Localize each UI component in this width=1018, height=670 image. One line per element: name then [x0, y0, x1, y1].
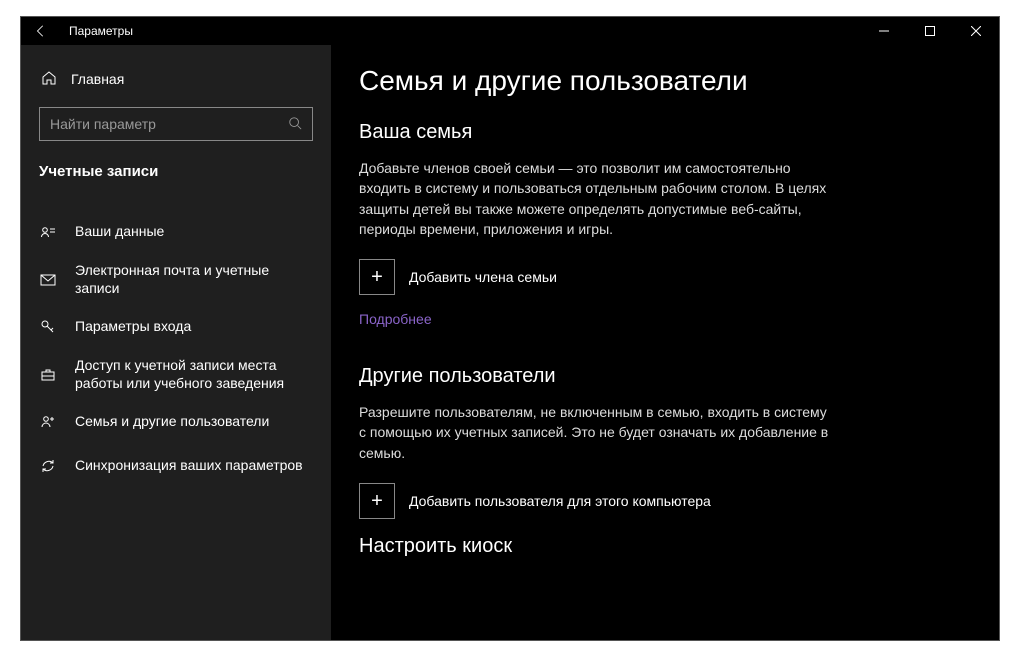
- arrow-left-icon: [34, 24, 48, 38]
- search-input[interactable]: Найти параметр: [39, 107, 313, 141]
- others-heading: Другие пользователи: [359, 365, 971, 388]
- plus-icon: +: [359, 259, 395, 295]
- add-family-label: Добавить члена семьи: [409, 269, 557, 285]
- family-heading: Ваша семья: [359, 121, 971, 144]
- plus-icon: +: [359, 483, 395, 519]
- nav-item-work-school[interactable]: Доступ к учетной записи места работы или…: [21, 349, 331, 400]
- nav-home[interactable]: Главная: [21, 59, 331, 99]
- nav-item-signin-options[interactable]: Параметры входа: [21, 305, 331, 349]
- add-other-user-button[interactable]: + Добавить пользователя для этого компью…: [359, 483, 971, 519]
- page-title: Семья и другие пользователи: [359, 65, 971, 97]
- back-button[interactable]: [21, 17, 61, 45]
- add-family-member-button[interactable]: + Добавить члена семьи: [359, 259, 971, 295]
- add-other-label: Добавить пользователя для этого компьюте…: [409, 493, 711, 509]
- maximize-button[interactable]: [907, 17, 953, 45]
- people-add-icon: [39, 414, 57, 430]
- key-icon: [39, 319, 57, 335]
- family-description: Добавьте членов своей семьи — это позвол…: [359, 158, 829, 239]
- person-card-icon: [39, 224, 57, 240]
- nav-list: Ваши данные Электронная почта и учетные …: [21, 210, 331, 488]
- sidebar-section-title: Учетные записи: [21, 159, 331, 190]
- titlebar: Параметры: [21, 17, 999, 45]
- nav-item-label: Электронная почта и учетные записи: [75, 262, 313, 297]
- briefcase-icon: [39, 367, 57, 383]
- settings-window: Параметры Главная Найти параметр: [20, 16, 1000, 641]
- maximize-icon: [925, 26, 935, 36]
- kiosk-heading: Настроить киоск: [359, 535, 971, 558]
- main-content: Семья и другие пользователи Ваша семья Д…: [331, 45, 999, 640]
- window-body: Главная Найти параметр Учетные записи Ва…: [21, 45, 999, 640]
- minimize-icon: [879, 26, 889, 36]
- nav-item-label: Синхронизация ваших параметров: [75, 457, 303, 475]
- nav-item-label: Параметры входа: [75, 318, 191, 336]
- nav-item-family[interactable]: Семья и другие пользователи: [21, 400, 331, 444]
- sidebar: Главная Найти параметр Учетные записи Ва…: [21, 45, 331, 640]
- nav-item-label: Ваши данные: [75, 223, 164, 241]
- search-icon: [288, 116, 302, 133]
- others-description: Разрешите пользователям, не включенным в…: [359, 402, 829, 463]
- close-button[interactable]: [953, 17, 999, 45]
- sync-icon: [39, 458, 57, 474]
- nav-home-label: Главная: [71, 71, 124, 87]
- nav-item-sync[interactable]: Синхронизация ваших параметров: [21, 444, 331, 488]
- window-title: Параметры: [69, 24, 133, 38]
- nav-item-label: Семья и другие пользователи: [75, 413, 269, 431]
- nav-item-your-info[interactable]: Ваши данные: [21, 210, 331, 254]
- home-icon: [41, 70, 57, 89]
- search-placeholder: Найти параметр: [50, 116, 156, 132]
- mail-icon: [39, 272, 57, 288]
- learn-more-link[interactable]: Подробнее: [359, 311, 432, 327]
- nav-item-email-accounts[interactable]: Электронная почта и учетные записи: [21, 254, 331, 305]
- window-controls: [861, 17, 999, 45]
- nav-item-label: Доступ к учетной записи места работы или…: [75, 357, 313, 392]
- close-icon: [971, 26, 981, 36]
- minimize-button[interactable]: [861, 17, 907, 45]
